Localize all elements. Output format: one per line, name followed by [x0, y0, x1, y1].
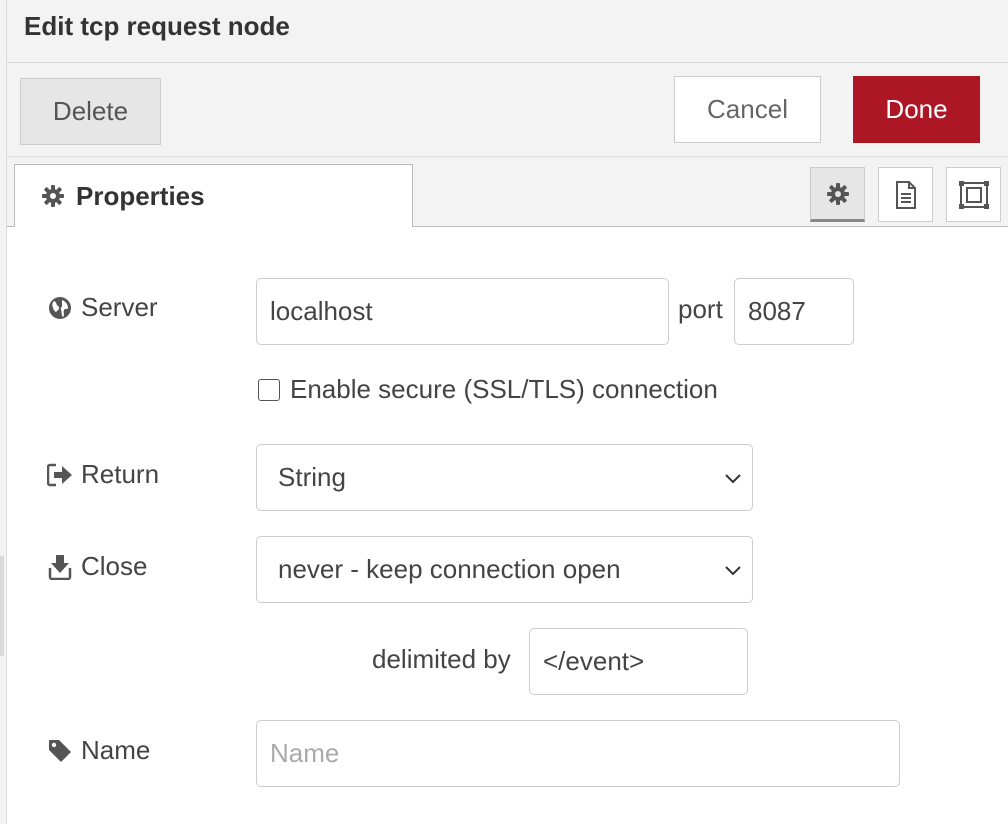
server-label-text: Server: [81, 292, 158, 322]
tag-icon: [47, 738, 73, 764]
cancel-button[interactable]: Cancel: [674, 76, 821, 143]
file-text-icon: [894, 180, 918, 209]
close-select[interactable]: never - keep connection open: [256, 536, 753, 603]
port-input[interactable]: [734, 278, 854, 345]
tabs-bar: Properties: [7, 157, 1008, 227]
tls-checkbox[interactable]: [258, 379, 280, 401]
globe-icon: [47, 295, 73, 321]
close-select-value: never - keep connection open: [278, 554, 621, 584]
close-label-text: Close: [81, 551, 148, 581]
chevron-down-icon: [725, 565, 741, 575]
return-label-text: Return: [81, 459, 160, 489]
tray-resize-handle[interactable]: [0, 556, 4, 656]
frame-icon: [958, 180, 989, 209]
return-label: Return: [47, 459, 159, 490]
name-input[interactable]: [256, 720, 900, 787]
server-host-input[interactable]: [256, 278, 669, 345]
appearance-tab[interactable]: [946, 167, 1001, 222]
delete-button[interactable]: Delete: [20, 78, 161, 145]
tray-header: Edit tcp request node: [7, 0, 1008, 63]
delimiter-label: delimited by: [372, 644, 511, 674]
description-tab[interactable]: [878, 167, 933, 222]
tab-properties-label: Properties: [76, 180, 205, 211]
settings-tab[interactable]: [810, 167, 865, 222]
tls-label: Enable secure (SSL/TLS) connection: [290, 374, 718, 404]
sign-out-icon: [47, 462, 73, 488]
close-label: Close: [47, 551, 147, 582]
download-icon: [47, 554, 73, 580]
editor-tray-edge: [0, 0, 7, 824]
tray-title: Edit tcp request node: [24, 11, 290, 41]
return-select-value: String: [278, 462, 346, 492]
server-label: Server: [47, 292, 158, 323]
name-label-text: Name: [81, 735, 151, 765]
name-label: Name: [47, 735, 150, 766]
tray-toolbar: Delete Cancel Done: [7, 63, 1008, 157]
gear-icon: [41, 184, 65, 208]
chevron-down-icon: [725, 473, 741, 483]
return-select[interactable]: String: [256, 444, 753, 511]
tab-properties[interactable]: Properties: [14, 164, 413, 227]
delimiter-input[interactable]: [529, 628, 748, 695]
gear-icon: [826, 182, 850, 206]
edit-node-tray: Edit tcp request node Delete Cancel Done: [7, 0, 1008, 824]
done-button[interactable]: Done: [853, 76, 980, 143]
port-label: port: [678, 294, 723, 324]
